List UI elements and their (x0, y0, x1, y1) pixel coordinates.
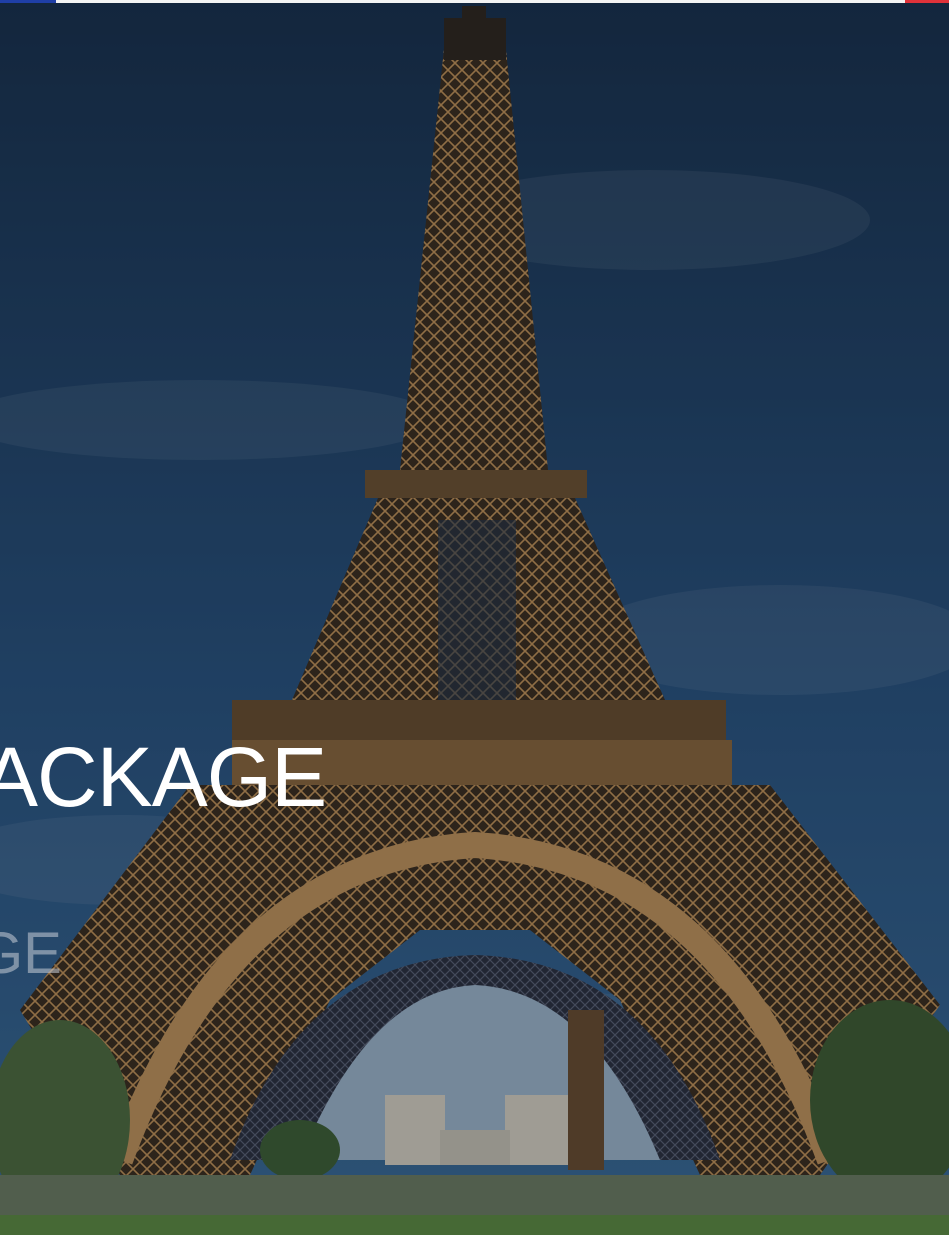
flag-red-segment (905, 0, 949, 3)
top-flag-bar (0, 0, 949, 3)
dark-overlay (0, 0, 949, 1235)
flag-white-segment (56, 0, 905, 3)
hero-subtitle: GE (0, 921, 62, 986)
flag-blue-segment (0, 0, 56, 3)
hero-title: ACKAGE (0, 730, 327, 824)
